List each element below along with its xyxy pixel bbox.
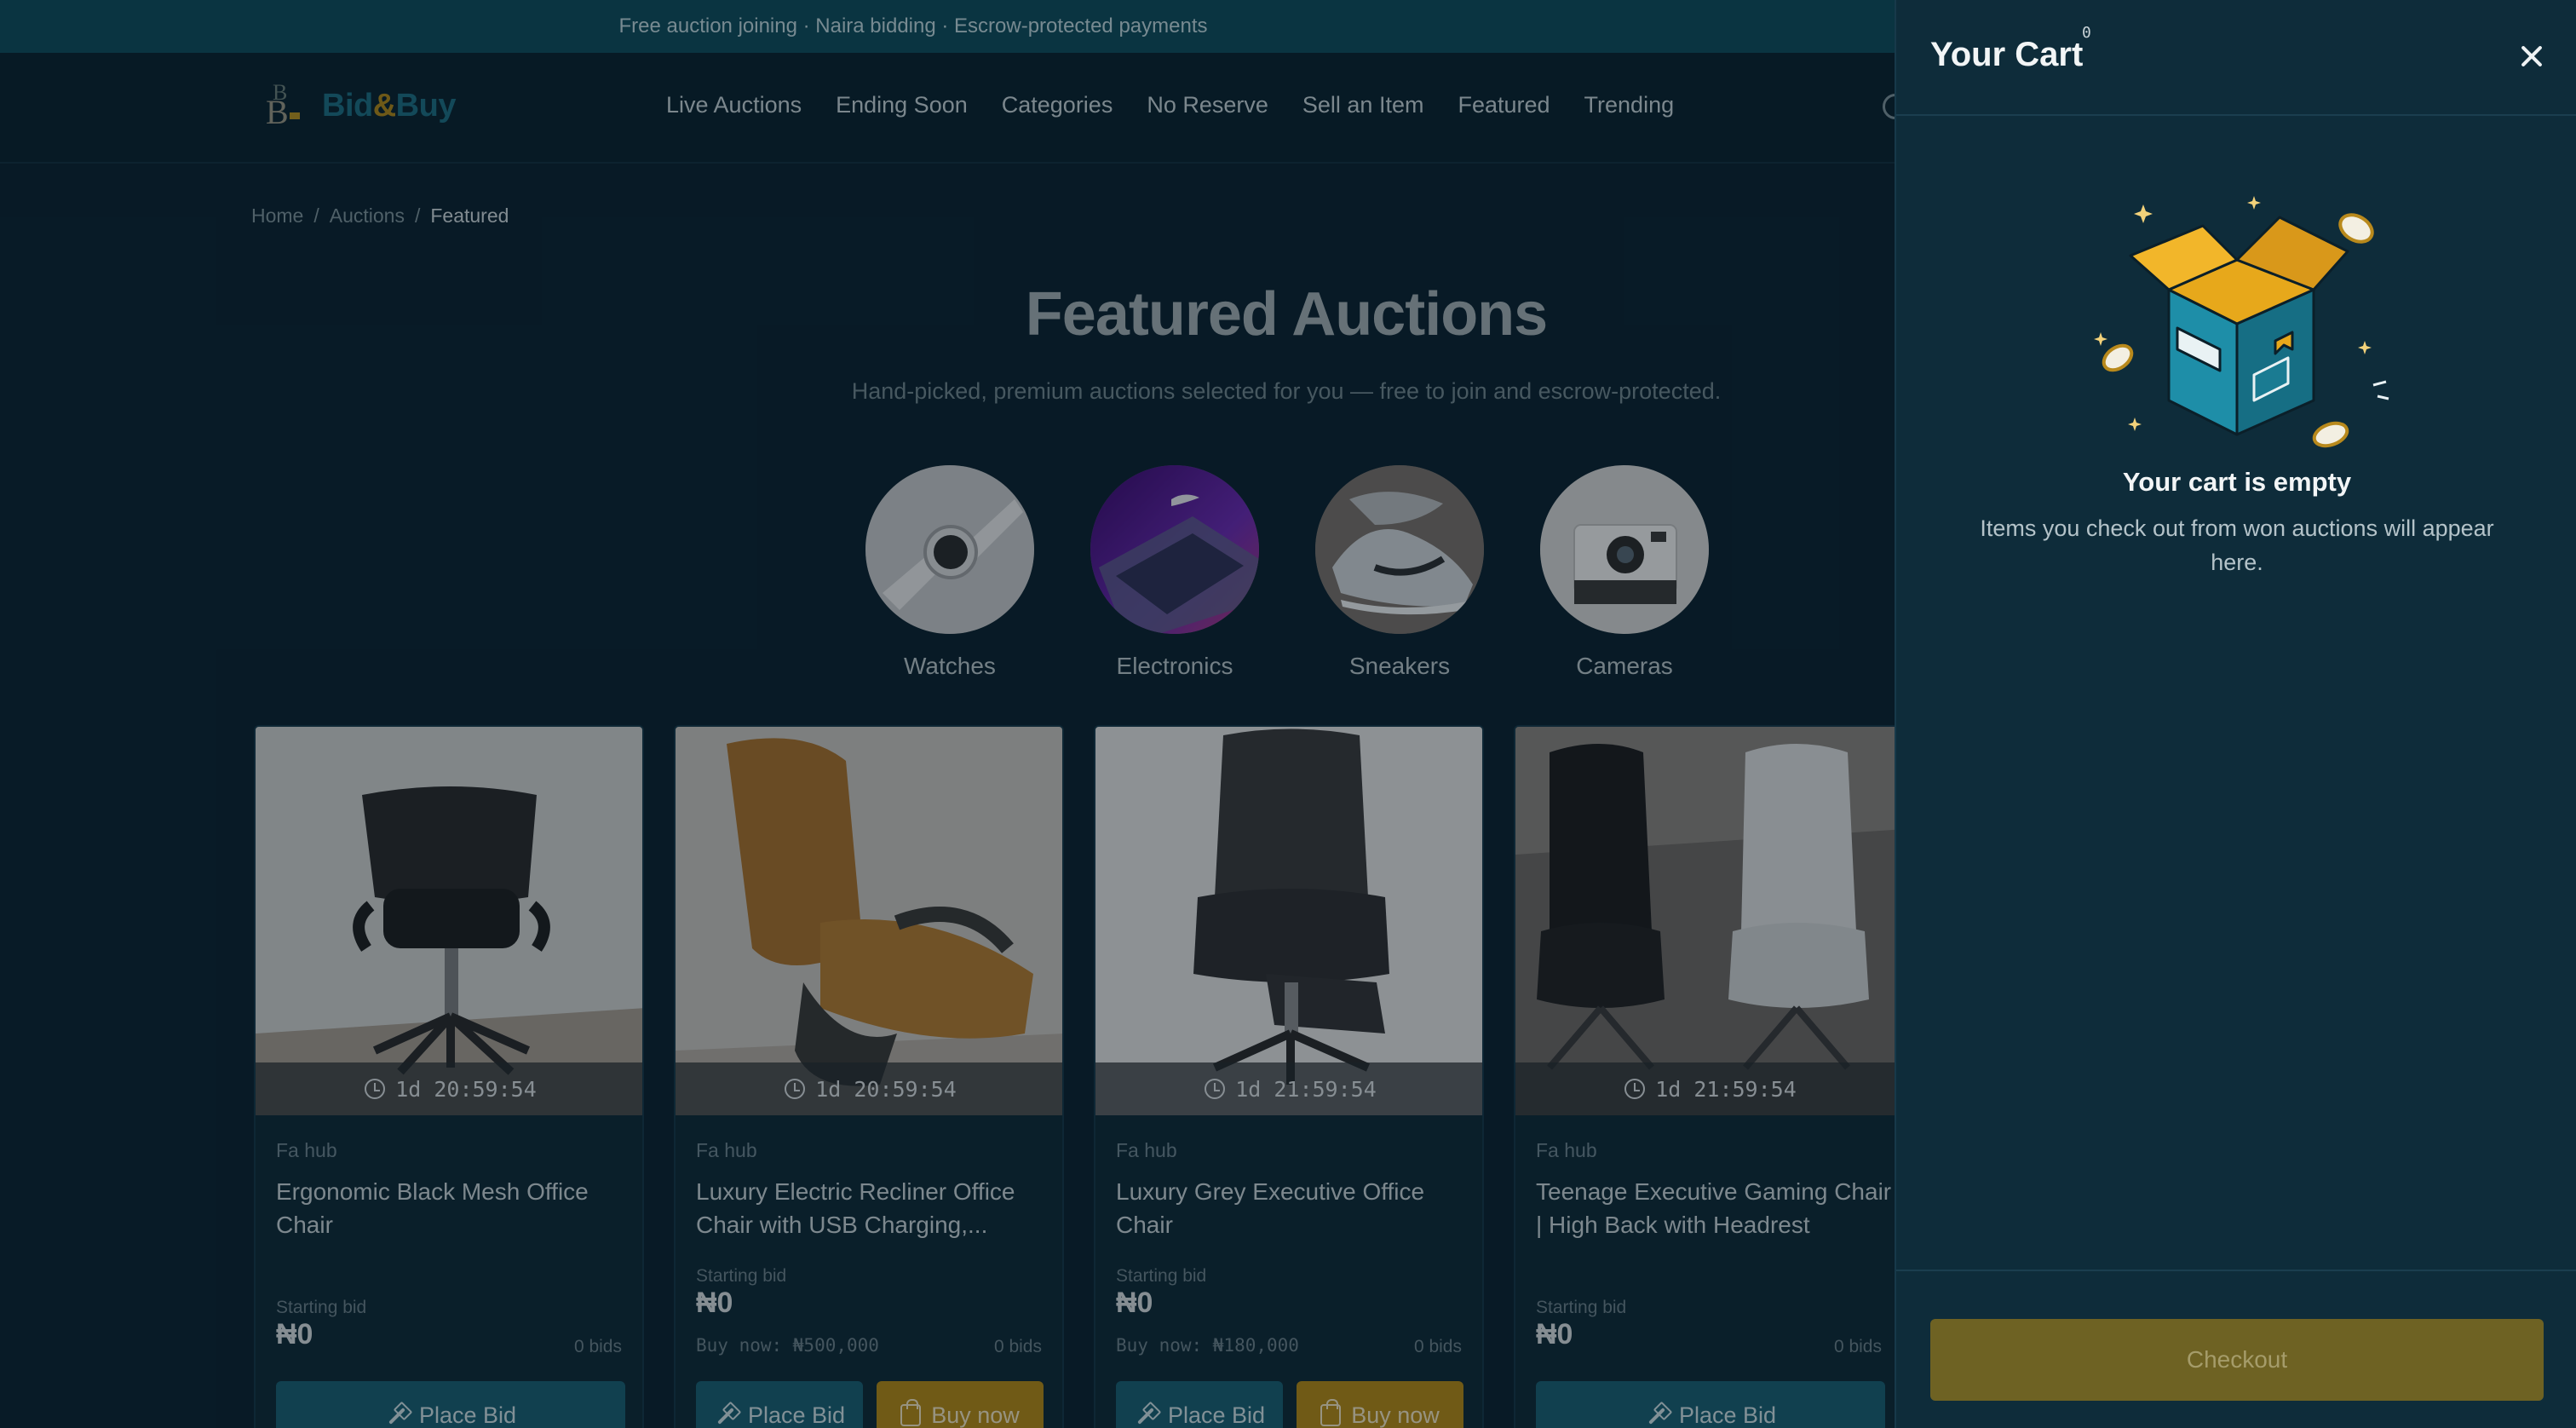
smartwatch-photo-icon <box>865 465 1034 634</box>
auction-card[interactable]: 1d 21:59:54 Fa hub Teenage Executive Gam… <box>1514 725 1895 1428</box>
place-bid-button[interactable]: Place Bid <box>696 1381 863 1428</box>
page: Free auction joining · Naira bidding · E… <box>0 0 2576 1428</box>
nav-categories[interactable]: Categories <box>1002 92 1113 118</box>
cart-footer: Checkout <box>1896 1270 2576 1428</box>
starting-bid-price: ₦0 <box>696 1287 733 1319</box>
seller-name: Fa hub <box>696 1139 757 1161</box>
page-title: Featured Auctions <box>1025 280 1548 348</box>
gavel-icon <box>1645 1403 1669 1427</box>
cart-header: Your Cart 0 <box>1896 0 2576 116</box>
seller-name: Fa hub <box>1116 1139 1177 1161</box>
product-title[interactable]: Luxury Electric Recliner Office Chair wi… <box>696 1175 1054 1241</box>
breadcrumb-auctions[interactable]: Auctions <box>330 204 405 227</box>
product-image: 1d 21:59:54 <box>1515 727 1895 1115</box>
buy-now-price: Buy now: ₦500,000 <box>696 1335 879 1356</box>
auction-grid: 1d 20:59:54 Fa hub Ergonomic Black Mesh … <box>254 725 1895 1428</box>
cart-title: Your Cart <box>1930 36 2084 73</box>
nav-no-reserve[interactable]: No Reserve <box>1147 92 1268 118</box>
breadcrumb-separator: / <box>313 204 319 227</box>
shopping-bag-icon <box>1320 1399 1342 1426</box>
starting-bid-label: Starting bid <box>1116 1266 1207 1286</box>
seller-name: Fa hub <box>276 1139 337 1161</box>
starting-bid-price: ₦0 <box>1116 1287 1153 1319</box>
category-label: Cameras <box>1576 653 1673 679</box>
checkout-button[interactable]: Checkout <box>1930 1319 2544 1401</box>
breadcrumb-home[interactable]: Home <box>251 204 303 227</box>
clock-icon <box>365 1079 386 1099</box>
auction-card[interactable]: 1d 20:59:54 Fa hub Ergonomic Black Mesh … <box>254 725 644 1428</box>
countdown-timer: 1d 21:59:54 <box>1515 1062 1895 1115</box>
starting-bid-label: Starting bid <box>1536 1298 1627 1317</box>
empty-box-illustration <box>2084 187 2407 460</box>
countdown-timer: 1d 21:59:54 <box>1095 1062 1482 1115</box>
page-subtitle: Hand-picked, premium auctions selected f… <box>851 378 1722 404</box>
brand-name: Bid&Buy <box>322 87 456 124</box>
place-bid-button[interactable]: Place Bid <box>1116 1381 1283 1428</box>
product-title[interactable]: Ergonomic Black Mesh Office Chair <box>276 1175 634 1241</box>
category-cameras[interactable]: Cameras <box>1540 465 1709 680</box>
clock-icon <box>1205 1079 1226 1099</box>
auction-card[interactable]: 1d 20:59:54 Fa hub Luxury Electric Recli… <box>674 725 1064 1428</box>
clock-icon <box>785 1079 806 1099</box>
category-sneakers[interactable]: Sneakers <box>1315 465 1484 680</box>
empty-cart-description: Items you check out from won auctions wi… <box>1980 515 2494 575</box>
product-title[interactable]: Teenage Executive Gaming Chair | High Ba… <box>1536 1175 1894 1241</box>
starting-bid-price: ₦0 <box>1536 1318 1573 1350</box>
close-icon[interactable] <box>2513 37 2550 75</box>
shopping-bag-icon <box>900 1399 922 1426</box>
auction-card[interactable]: 1d 21:59:54 Fa hub Luxury Grey Executive… <box>1094 725 1484 1428</box>
product-image: 1d 20:59:54 <box>676 727 1062 1115</box>
countdown-timer: 1d 20:59:54 <box>676 1062 1062 1115</box>
buy-now-button[interactable]: Buy now <box>1297 1381 1463 1428</box>
starting-bid-label: Starting bid <box>696 1266 787 1286</box>
breadcrumb-separator: / <box>414 204 421 227</box>
place-bid-button[interactable]: Place Bid <box>276 1381 625 1428</box>
place-bid-button[interactable]: Place Bid <box>1536 1381 1885 1428</box>
bid-count: 0 bids <box>993 1337 1042 1356</box>
page-header: Featured Auctions <box>699 279 1874 349</box>
gavel-icon <box>1134 1403 1158 1427</box>
buy-now-button[interactable]: Buy now <box>877 1381 1044 1428</box>
gavel-icon <box>714 1403 738 1427</box>
nav-featured[interactable]: Featured <box>1458 92 1550 118</box>
category-label: Electronics <box>1116 653 1233 679</box>
bid-count: 0 bids <box>1413 1337 1462 1356</box>
category-electronics[interactable]: Electronics <box>1090 465 1259 680</box>
bid-count: 0 bids <box>1833 1337 1882 1356</box>
product-title[interactable]: Luxury Grey Executive Office Chair <box>1116 1175 1474 1241</box>
starting-bid-label: Starting bid <box>276 1298 367 1317</box>
category-label: Watches <box>904 653 996 679</box>
main-nav: Live Auctions Ending Soon Categories No … <box>666 92 1674 118</box>
category-watches[interactable]: Watches <box>865 465 1034 680</box>
seller-name: Fa hub <box>1536 1139 1597 1161</box>
logo-mark-icon: B B <box>264 82 305 130</box>
cart-drawer: Your Cart 0 Your cart is empty Items you… <box>1895 0 2576 1428</box>
instant-camera-photo-icon <box>1540 465 1709 634</box>
product-image: 1d 20:59:54 <box>256 727 642 1115</box>
starting-bid-price: ₦0 <box>276 1318 313 1350</box>
category-list: Watches Electronics Sneakers Cameras <box>865 465 1709 680</box>
nav-live-auctions[interactable]: Live Auctions <box>666 92 802 118</box>
breadcrumb-current: Featured <box>430 204 509 227</box>
empty-cart-title: Your cart is empty <box>2122 467 2352 497</box>
product-image: 1d 21:59:54 <box>1095 727 1482 1115</box>
sneaker-photo-icon <box>1315 465 1484 634</box>
nav-ending-soon[interactable]: Ending Soon <box>836 92 968 118</box>
nav-sell-an-item[interactable]: Sell an Item <box>1302 92 1424 118</box>
bid-count: 0 bids <box>573 1337 622 1356</box>
category-label: Sneakers <box>1348 653 1451 679</box>
brand-logo[interactable]: B B Bid&Buy <box>264 82 456 130</box>
countdown-timer: 1d 20:59:54 <box>256 1062 642 1115</box>
breadcrumb: Home / Auctions / Featured <box>251 204 509 227</box>
gavel-icon <box>385 1403 409 1427</box>
buy-now-price: Buy now: ₦180,000 <box>1116 1335 1299 1356</box>
nav-trending[interactable]: Trending <box>1584 92 1675 118</box>
cart-count-badge: 0 <box>2082 24 2091 42</box>
clock-icon <box>1624 1079 1646 1099</box>
laptop-photo-icon <box>1090 465 1259 634</box>
